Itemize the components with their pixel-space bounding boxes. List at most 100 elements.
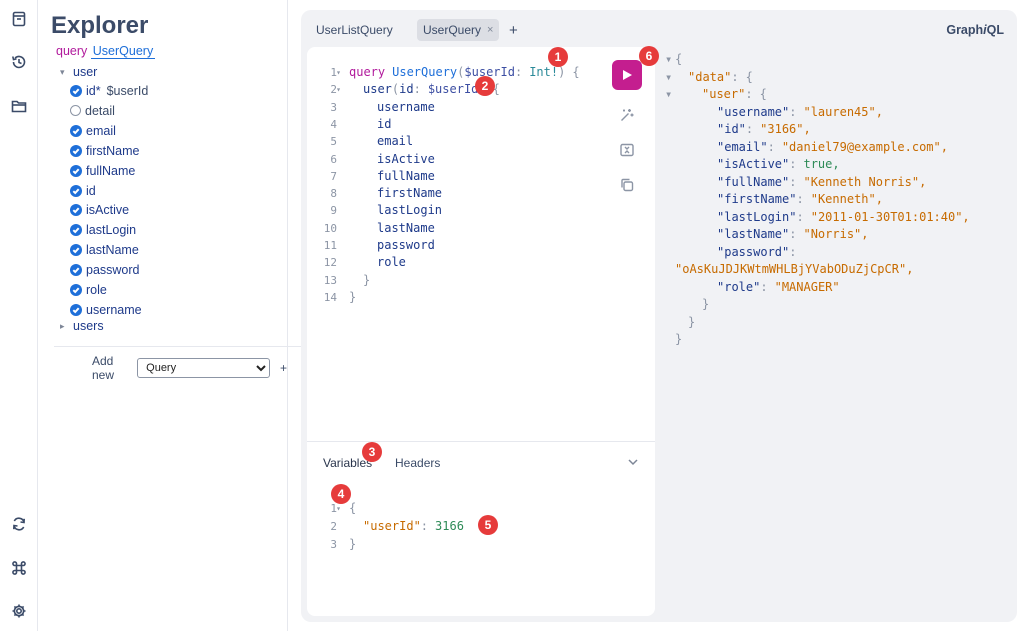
code-token: : [789, 157, 797, 171]
add-operation-button[interactable]: + [280, 361, 287, 375]
code-token: : [413, 82, 421, 97]
tab-headers[interactable]: Headers [395, 456, 440, 470]
code-token: : [760, 279, 768, 294]
code-token: "3166", [760, 122, 811, 136]
code-token: role [377, 255, 406, 270]
docs-icon[interactable] [6, 6, 32, 32]
tree-field[interactable]: detail [70, 102, 115, 120]
copy-query-button[interactable] [617, 175, 637, 195]
response-line: } [675, 331, 682, 348]
add-new-operation: Add new Query + [92, 354, 287, 382]
settings-icon[interactable] [6, 598, 32, 624]
code-token: } [688, 314, 696, 329]
code-line: fullName [377, 168, 435, 185]
tab-userquery[interactable]: UserQuery × [417, 19, 500, 41]
tree-field[interactable]: lastLogin [70, 221, 136, 239]
annotation-badge: 1 [548, 47, 568, 67]
operation-type-select[interactable]: Query [137, 358, 270, 378]
code-line: password [377, 237, 435, 254]
tree-root-user[interactable]: ▾ user [60, 63, 97, 81]
annotation-badge: 5 [478, 515, 498, 535]
code-token: query [349, 65, 386, 79]
response-line: "lastLogin": "2011-01-30T01:01:40", [717, 209, 970, 226]
tree-field-label: id* [86, 84, 101, 98]
code-line: lastName [377, 220, 435, 237]
checkbox-checked-icon[interactable] [70, 264, 82, 277]
line-number: 3 [330, 100, 337, 114]
checkbox-checked-icon[interactable] [70, 244, 82, 257]
code-line: lastLogin [377, 202, 442, 219]
divider [307, 441, 655, 442]
tree-item-users[interactable]: ▸ users [60, 317, 104, 335]
code-token: "user" [702, 87, 746, 101]
merge-fragments-button[interactable] [617, 140, 637, 160]
tree-field[interactable]: password [70, 261, 140, 279]
checkbox-checked-icon[interactable] [70, 184, 82, 197]
checkbox-checked-icon[interactable] [70, 164, 82, 177]
line-number: 7 [330, 169, 337, 183]
code-token: ) [558, 65, 566, 79]
code-token: { [675, 52, 683, 66]
tree-field[interactable]: role [70, 281, 107, 299]
checkbox-checked-icon[interactable] [70, 124, 82, 137]
code-token: "2011-01-30T01:01:40", [810, 209, 970, 224]
line-number: 5 [330, 135, 337, 149]
refetch-schema-icon[interactable] [6, 511, 32, 537]
tab-userlistquery[interactable]: UserListQuery [316, 19, 393, 41]
line-number: 11 [323, 239, 337, 252]
prettify-button[interactable] [617, 105, 637, 125]
shortcuts-icon[interactable] [6, 555, 32, 581]
run-button[interactable] [612, 60, 642, 90]
code-token: email [377, 134, 414, 149]
code-token: } [702, 297, 710, 311]
checkbox-checked-icon[interactable] [70, 85, 82, 97]
response-line: "id": "3166", [717, 121, 811, 138]
tree-field[interactable]: id* $userId [70, 82, 148, 100]
tree-field-label: detail [85, 103, 115, 118]
checkbox-checked-icon[interactable] [70, 303, 82, 316]
code-token: "isActive" [717, 157, 790, 171]
code-token: : [789, 104, 797, 119]
line-number: 3 [330, 538, 337, 551]
tree-field-label: lastName [86, 243, 139, 258]
graphiql-logo: GraphiQL [946, 23, 1004, 37]
checkbox-checked-icon[interactable] [70, 204, 82, 217]
fold-icon[interactable]: ▾ [331, 81, 341, 98]
history-icon[interactable] [6, 49, 32, 75]
tree-field[interactable]: email [70, 122, 116, 140]
code-token: } [349, 289, 357, 304]
tab-label: UserQuery [423, 23, 482, 37]
chevron-down-icon[interactable] [627, 455, 639, 467]
run-icon [623, 70, 632, 80]
tree-field[interactable]: fullName [70, 162, 135, 180]
response-line: "email": "daniel79@example.com", [717, 139, 948, 156]
tree-field[interactable]: isActive [70, 201, 129, 219]
tree-item-label: users [73, 319, 104, 333]
checkbox-checked-icon[interactable] [70, 284, 82, 296]
tree-field[interactable]: firstName [70, 142, 139, 160]
checkbox-checked-icon[interactable] [70, 144, 82, 157]
code-token: "data" [688, 69, 732, 84]
close-icon[interactable]: × [487, 24, 493, 36]
code-token: { [349, 501, 357, 515]
fold-icon[interactable]: ▾ [331, 64, 341, 81]
fold-icon[interactable]: ▾ [665, 69, 672, 86]
checkbox-checked-icon[interactable] [70, 224, 82, 237]
line-number: 9 [330, 204, 337, 218]
tree-field-label: role [86, 283, 107, 297]
code-token: "Norris", [803, 227, 869, 241]
code-token: "MANAGER" [774, 279, 840, 294]
fold-icon[interactable]: ▾ [665, 86, 672, 103]
code-token: 3166 [435, 519, 464, 533]
checkbox-unchecked-icon[interactable] [70, 105, 81, 117]
annotation-badge: 3 [362, 442, 382, 462]
add-tab-button[interactable]: + [509, 19, 518, 41]
fold-icon[interactable]: ▾ [665, 51, 672, 68]
code-token: "fullName" [717, 174, 790, 189]
tree-field[interactable]: id [70, 182, 96, 200]
tree-field[interactable]: lastName [70, 241, 139, 259]
tree-field-label: firstName [86, 143, 140, 158]
explorer-folder-icon[interactable] [6, 93, 32, 119]
operation-name-input[interactable]: UserQuery [90, 44, 156, 59]
line-number: 4 [330, 117, 337, 131]
